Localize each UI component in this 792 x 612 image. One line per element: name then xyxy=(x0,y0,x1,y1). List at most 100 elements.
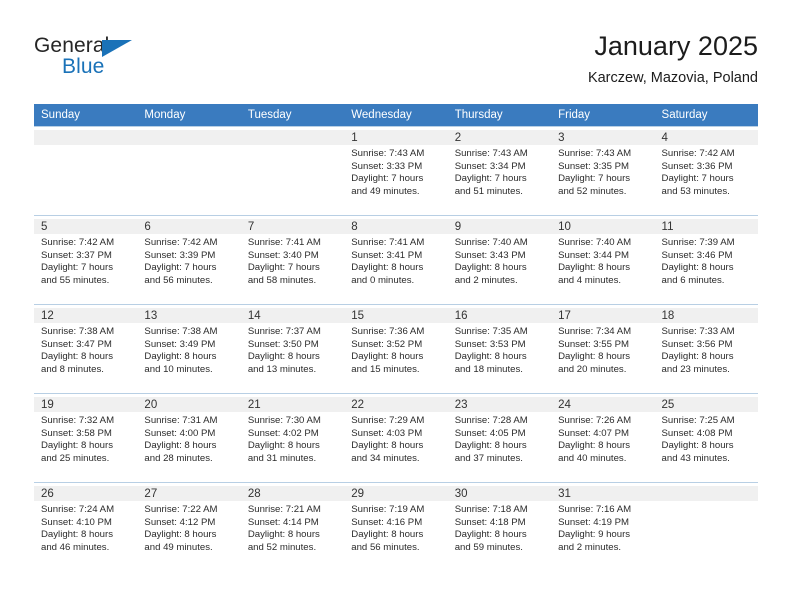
day-cell-4[interactable]: 4 Sunrise: 7:42 AM Sunset: 3:36 PM Daylight… xyxy=(654,126,758,215)
daylight-duration: Daylight: 8 hours xyxy=(351,440,424,452)
day-sun-info: Sunrise: 7:40 AM Sunset: 3:44 PM Daylight:… xyxy=(558,234,648,287)
day-cell-8[interactable]: 8 Sunrise: 7:41 AM Sunset: 3:41 PM Daylight… xyxy=(344,215,448,304)
day-cell-30[interactable]: 30 Sunrise: 7:18 AM Sunset: 4:18 PM Dayligh… xyxy=(447,482,552,571)
day-cell-empty xyxy=(137,126,241,215)
daylight-duration: and 43 minutes. xyxy=(661,452,730,464)
day-cell-content: 10 Sunrise: 7:40 AM Sunset: 3:44 PM Dayligh… xyxy=(551,216,655,287)
day-number: 9 xyxy=(447,219,552,234)
calendar-week-row: 1 Sunrise: 7:43 AM Sunset: 3:33 PM Daylight… xyxy=(34,126,758,215)
day-cell-29[interactable]: 29 Sunrise: 7:19 AM Sunset: 4:16 PM Dayligh… xyxy=(344,482,448,571)
weekday-header-tuesday: Tuesday xyxy=(240,104,345,126)
day-cell-23[interactable]: 23 Sunrise: 7:28 AM Sunset: 4:05 PM Dayligh… xyxy=(447,393,552,482)
sunrise-time: Sunrise: 7:34 AM xyxy=(558,326,632,337)
day-number: 11 xyxy=(654,219,758,234)
sunset-time: Sunset: 3:35 PM xyxy=(558,160,630,172)
logo-text-blue: Blue xyxy=(62,55,105,78)
daylight-duration: and 25 minutes. xyxy=(41,452,110,464)
daylight-duration: Daylight: 8 hours xyxy=(558,351,631,363)
daylight-duration: Daylight: 7 hours xyxy=(558,173,631,185)
day-cell-24[interactable]: 24 Sunrise: 7:26 AM Sunset: 4:07 PM Dayligh… xyxy=(551,393,655,482)
day-cell-21[interactable]: 21 Sunrise: 7:30 AM Sunset: 4:02 PM Dayligh… xyxy=(240,393,345,482)
sunset-time: Sunset: 4:05 PM xyxy=(454,427,526,439)
sunrise-time: Sunrise: 7:40 AM xyxy=(558,237,632,248)
day-cell-content: 12 Sunrise: 7:38 AM Sunset: 3:47 PM Dayligh… xyxy=(34,305,138,376)
daylight-duration: and 20 minutes. xyxy=(558,363,627,375)
generalblue-logo[interactable]: General Blue xyxy=(34,34,194,90)
day-sun-info: Sunrise: 7:41 AM Sunset: 3:41 PM Daylight:… xyxy=(351,234,441,287)
sunset-time: Sunset: 4:16 PM xyxy=(351,516,423,528)
sunrise-time: Sunrise: 7:24 AM xyxy=(41,504,115,515)
day-cell-17[interactable]: 17 Sunrise: 7:34 AM Sunset: 3:55 PM Dayligh… xyxy=(551,304,655,393)
day-number xyxy=(240,130,345,145)
sunrise-time: Sunrise: 7:22 AM xyxy=(144,504,218,515)
day-cell-16[interactable]: 16 Sunrise: 7:35 AM Sunset: 3:53 PM Dayligh… xyxy=(447,304,552,393)
day-cell-3[interactable]: 3 Sunrise: 7:43 AM Sunset: 3:35 PM Daylight… xyxy=(551,126,655,215)
day-sun-info: Sunrise: 7:22 AM Sunset: 4:12 PM Daylight:… xyxy=(144,501,234,554)
daylight-duration: and 40 minutes. xyxy=(558,452,627,464)
sunset-time: Sunset: 4:14 PM xyxy=(247,516,319,528)
daylight-duration: Daylight: 8 hours xyxy=(41,351,113,363)
day-cell-empty xyxy=(34,126,138,215)
daylight-duration: and 49 minutes. xyxy=(144,541,213,553)
day-cell-2[interactable]: 2 Sunrise: 7:43 AM Sunset: 3:34 PM Daylight… xyxy=(447,126,552,215)
daylight-duration: and 31 minutes. xyxy=(247,452,317,464)
calendar-cell: 8 Sunrise: 7:41 AM Sunset: 3:41 PM Daylight… xyxy=(344,215,448,304)
sunrise-time: Sunrise: 7:43 AM xyxy=(558,148,632,159)
day-cell-27[interactable]: 27 Sunrise: 7:22 AM Sunset: 4:12 PM Dayligh… xyxy=(137,482,241,571)
day-cell-6[interactable]: 6 Sunrise: 7:42 AM Sunset: 3:39 PM Daylight… xyxy=(137,215,241,304)
sunrise-time: Sunrise: 7:38 AM xyxy=(144,326,218,337)
calendar-cell xyxy=(240,126,345,215)
day-cell-28[interactable]: 28 Sunrise: 7:21 AM Sunset: 4:14 PM Dayligh… xyxy=(240,482,345,571)
sunset-time: Sunset: 3:50 PM xyxy=(247,338,319,350)
day-cell-14[interactable]: 14 Sunrise: 7:37 AM Sunset: 3:50 PM Dayligh… xyxy=(240,304,345,393)
day-cell-31[interactable]: 31 Sunrise: 7:16 AM Sunset: 4:19 PM Dayligh… xyxy=(551,482,655,571)
day-sun-info: Sunrise: 7:38 AM Sunset: 3:47 PM Daylight:… xyxy=(41,323,131,376)
day-cell-10[interactable]: 10 Sunrise: 7:40 AM Sunset: 3:44 PM Dayligh… xyxy=(551,215,655,304)
day-cell-content: 3 Sunrise: 7:43 AM Sunset: 3:35 PM Daylight… xyxy=(551,127,655,198)
day-cell-26[interactable]: 26 Sunrise: 7:24 AM Sunset: 4:10 PM Dayligh… xyxy=(34,482,138,571)
sunset-time: Sunset: 4:19 PM xyxy=(558,516,630,528)
day-cell-9[interactable]: 9 Sunrise: 7:40 AM Sunset: 3:43 PM Daylight… xyxy=(447,215,552,304)
day-number: 20 xyxy=(137,397,241,412)
day-cell-20[interactable]: 20 Sunrise: 7:31 AM Sunset: 4:00 PM Dayligh… xyxy=(137,393,241,482)
sunset-time: Sunset: 3:39 PM xyxy=(144,249,216,261)
sunset-time: Sunset: 3:41 PM xyxy=(351,249,423,261)
title-block: January 2025 Karczew, Mazovia, Poland xyxy=(588,30,758,88)
sunset-time: Sunset: 3:46 PM xyxy=(661,249,733,261)
calendar-cell: 12 Sunrise: 7:38 AM Sunset: 3:47 PM Dayligh… xyxy=(34,304,138,393)
day-sun-info: Sunrise: 7:42 AM Sunset: 3:37 PM Daylight:… xyxy=(41,234,131,287)
calendar-cell: 3 Sunrise: 7:43 AM Sunset: 3:35 PM Daylight… xyxy=(551,126,655,215)
calendar-week-row: 26 Sunrise: 7:24 AM Sunset: 4:10 PM Dayligh… xyxy=(34,482,758,571)
day-sun-info: Sunrise: 7:38 AM Sunset: 3:49 PM Daylight:… xyxy=(144,323,234,376)
day-cell-13[interactable]: 13 Sunrise: 7:38 AM Sunset: 3:49 PM Dayligh… xyxy=(137,304,241,393)
day-cell-content: 31 Sunrise: 7:16 AM Sunset: 4:19 PM Dayligh… xyxy=(551,483,655,554)
day-cell-25[interactable]: 25 Sunrise: 7:25 AM Sunset: 4:08 PM Dayligh… xyxy=(654,393,758,482)
sunset-time: Sunset: 3:43 PM xyxy=(454,249,526,261)
day-number: 18 xyxy=(654,308,758,323)
daylight-duration: Daylight: 8 hours xyxy=(454,262,527,274)
day-cell-7[interactable]: 7 Sunrise: 7:41 AM Sunset: 3:40 PM Daylight… xyxy=(240,215,345,304)
day-cell-11[interactable]: 11 Sunrise: 7:39 AM Sunset: 3:46 PM Dayligh… xyxy=(654,215,758,304)
day-cell-content: 19 Sunrise: 7:32 AM Sunset: 3:58 PM Dayligh… xyxy=(34,394,138,465)
calendar-cell: 26 Sunrise: 7:24 AM Sunset: 4:10 PM Dayligh… xyxy=(34,482,138,571)
day-cell-5[interactable]: 5 Sunrise: 7:42 AM Sunset: 3:37 PM Daylight… xyxy=(34,215,138,304)
day-cell-content xyxy=(34,127,138,145)
day-cell-15[interactable]: 15 Sunrise: 7:36 AM Sunset: 3:52 PM Dayligh… xyxy=(344,304,448,393)
daylight-duration: and 56 minutes. xyxy=(351,541,420,553)
daylight-duration: and 59 minutes. xyxy=(454,541,523,553)
day-cell-19[interactable]: 19 Sunrise: 7:32 AM Sunset: 3:58 PM Dayligh… xyxy=(34,393,138,482)
daylight-duration: Daylight: 7 hours xyxy=(454,173,527,185)
calendar-cell: 20 Sunrise: 7:31 AM Sunset: 4:00 PM Dayligh… xyxy=(137,393,241,482)
day-cell-18[interactable]: 18 Sunrise: 7:33 AM Sunset: 3:56 PM Dayligh… xyxy=(654,304,758,393)
day-cell-12[interactable]: 12 Sunrise: 7:38 AM Sunset: 3:47 PM Dayligh… xyxy=(34,304,138,393)
calendar-week-row: 5 Sunrise: 7:42 AM Sunset: 3:37 PM Daylight… xyxy=(34,215,758,304)
weekday-header-monday: Monday xyxy=(137,104,241,126)
day-cell-1[interactable]: 1 Sunrise: 7:43 AM Sunset: 3:33 PM Daylight… xyxy=(344,126,448,215)
day-sun-info: Sunrise: 7:16 AM Sunset: 4:19 PM Daylight:… xyxy=(558,501,648,554)
day-cell-22[interactable]: 22 Sunrise: 7:29 AM Sunset: 4:03 PM Dayligh… xyxy=(344,393,448,482)
weekday-header-row: Sunday Monday Tuesday Wednesday Thursday Frid… xyxy=(34,104,758,126)
sunset-time: Sunset: 4:08 PM xyxy=(661,427,733,439)
daylight-duration: Daylight: 8 hours xyxy=(247,440,320,452)
daylight-duration: Daylight: 8 hours xyxy=(144,440,217,452)
sunrise-time: Sunrise: 7:18 AM xyxy=(454,504,528,515)
